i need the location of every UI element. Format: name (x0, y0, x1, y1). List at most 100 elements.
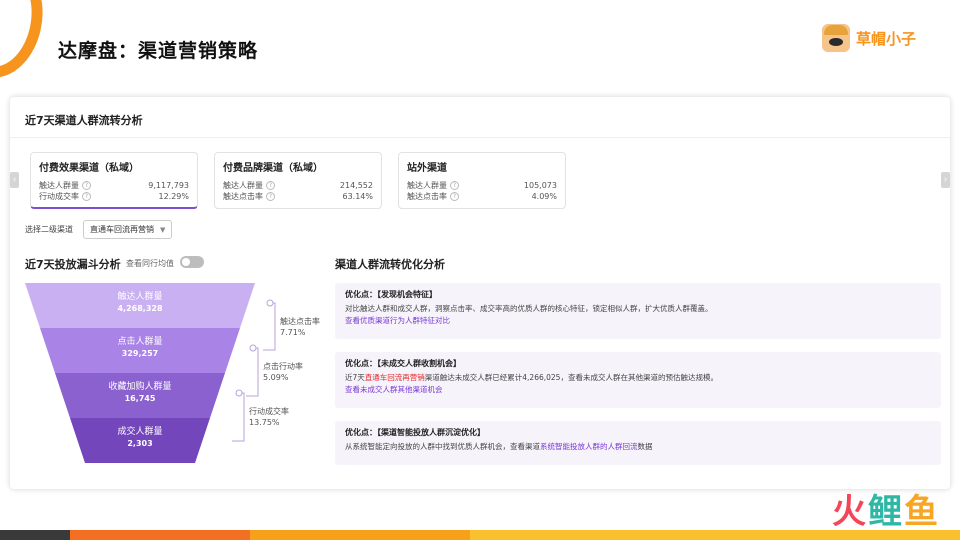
optimization-prefix: 优化点： (345, 428, 377, 437)
metric-value: 214,552 (339, 181, 373, 190)
optimization-link[interactable]: 查看未成交人群其他渠道机会 (345, 384, 931, 396)
metric-label: 行动成交率 (39, 192, 79, 201)
decorative-ring (0, 0, 52, 85)
highlighted-channel: 直通车回流再营销 (364, 373, 425, 382)
metric-value: 4.09% (531, 192, 557, 201)
chevron-down-icon: ▼ (160, 225, 166, 234)
optimization-link[interactable]: 查看优质渠道行为人群特征对比 (345, 315, 931, 327)
help-icon[interactable]: ? (266, 181, 275, 190)
metric-value: 63.14% (342, 192, 373, 201)
help-icon[interactable]: ? (82, 192, 91, 201)
secondary-channel-row: 选择二级渠道 直通车回流再营销 ▼ (25, 220, 173, 239)
next-arrow-icon[interactable]: › (941, 172, 950, 188)
peer-average-toggle[interactable] (180, 256, 204, 268)
optimization-item-harvest: 优化点：【未成交人群收割机会】 近7天直通车回流再营销渠道触达未成交人群已经累计… (335, 352, 941, 408)
prev-arrow-icon[interactable]: ‹ (10, 172, 19, 188)
peer-average-label: 查看同行均值 (126, 259, 174, 268)
channel-card-title: 付费效果渠道（私域） (39, 163, 139, 174)
channel-card-offsite[interactable]: 站外渠道 触达人群量? 105,073 触达点击率? 4.09% (398, 152, 566, 209)
channel-card-title: 付费品牌渠道（私域） (223, 163, 323, 174)
help-icon[interactable]: ? (450, 192, 459, 201)
optimization-item-smart: 优化点：【渠道智能投放人群沉淀优化】 从系统智能定向投放的人群中找到优质人群机会… (335, 421, 941, 465)
footer-bar-segment (250, 530, 470, 540)
brand: 草帽小子 (821, 24, 916, 52)
footer-logo: 火 鲤 鱼 (832, 494, 938, 530)
secondary-channel-value: 直通车回流再营销 (90, 225, 154, 234)
optimization-head: 优化点：【渠道智能投放人群沉淀优化】 (345, 427, 931, 438)
channel-card-paid-effect[interactable]: 付费效果渠道（私域） 触达人群量? 9,117,793 行动成交率? 12.29… (30, 152, 198, 209)
metric-value: 105,073 (523, 181, 557, 190)
funnel-stage-label: 收藏加购人群量 (108, 382, 172, 392)
optimization-head-text: 【渠道智能投放人群沉淀优化】 (377, 428, 485, 437)
metric-label: 触达点击率 (223, 192, 263, 201)
funnel-stage-deal: 成交人群量 2,303 (25, 426, 255, 450)
conversion-click-action: 点击行动率 5.09% (263, 361, 303, 383)
conversion-value: 7.71% (280, 328, 306, 337)
channel-card-paid-brand[interactable]: 付费品牌渠道（私域） 触达人群量? 214,552 触达点击率? 63.14% (214, 152, 382, 209)
optimization-text-part: 近7天 (345, 373, 365, 382)
funnel-title: 近7天投放漏斗分析 (25, 258, 121, 271)
optimization-text-part: 数据 (637, 442, 653, 451)
brand-avatar-icon (821, 24, 850, 52)
funnel-stage-label: 点击人群量 (117, 337, 163, 347)
funnel-stage-cart: 收藏加购人群量 16,745 (25, 381, 255, 405)
metric-row: 触达点击率? 63.14% (223, 191, 373, 202)
optimization-text-part: 渠道触达未成交人群已经累计4,266,025，查看未成交人群在其他渠道的预估触达… (424, 373, 718, 382)
metric-value: 9,117,793 (148, 181, 189, 190)
metric-row: 触达人群量? 214,552 (223, 180, 373, 191)
conversion-action-deal: 行动成交率 13.75% (249, 406, 289, 428)
optimization-text-part: 从系统智能定向投放的人群中找到优质人群机会，查看渠道 (345, 442, 540, 451)
metric-value: 12.29% (158, 192, 189, 201)
logo-char: 鲤 (868, 492, 902, 532)
optimization-head: 优化点：【未成交人群收割机会】 (345, 358, 931, 369)
metric-row: 触达人群量? 9,117,793 (39, 180, 189, 191)
conversion-node (266, 299, 274, 307)
conversion-label: 触达点击率 (280, 317, 320, 326)
secondary-channel-select[interactable]: 直通车回流再营销 ▼ (83, 220, 173, 239)
help-icon[interactable]: ? (450, 181, 459, 190)
help-icon[interactable]: ? (82, 181, 91, 190)
optimization-prefix: 优化点： (345, 290, 377, 299)
metric-label: 触达点击率 (407, 192, 447, 201)
funnel-stage-reach: 触达人群量 4,268,328 (25, 291, 255, 315)
optimization-item-opportunity: 优化点：【发现机会特征】 对比触达人群和成交人群，洞察点击率、成交率高的优质人群… (335, 283, 941, 339)
funnel-stage-label: 成交人群量 (117, 427, 163, 437)
funnel-stage-value: 329,257 (121, 349, 159, 358)
metric-label: 触达人群量 (223, 181, 263, 190)
optimization-title: 渠道人群流转优化分析 (335, 258, 445, 271)
slide-title: 达摩盘：渠道营销策略 (58, 40, 259, 62)
optimization-head: 优化点：【发现机会特征】 (345, 289, 931, 300)
conversion-reach-click: 触达点击率 7.71% (280, 316, 320, 338)
metric-row: 行动成交率? 12.29% (39, 191, 189, 202)
panel-title: 近7天渠道人群流转分析 (25, 114, 143, 127)
logo-char: 火 (832, 492, 866, 532)
panel-divider (10, 137, 950, 138)
funnel-stage-value: 4,268,328 (117, 304, 163, 313)
optimization-text: 对比触达人群和成交人群，洞察点击率、成交率高的优质人群的核心特征，锁定相似人群，… (345, 304, 713, 313)
conversion-label: 点击行动率 (263, 362, 303, 371)
conversion-label: 行动成交率 (249, 407, 289, 416)
metric-label: 触达人群量 (407, 181, 447, 190)
optimization-inline-link[interactable]: 系统智能投放人群的人群回流 (540, 442, 638, 451)
channel-cards: 付费效果渠道（私域） 触达人群量? 9,117,793 行动成交率? 12.29… (30, 152, 566, 209)
footer-color-bar (0, 530, 960, 540)
optimization-head-text: 【发现机会特征】 (377, 290, 437, 299)
funnel-chart: 触达人群量 4,268,328 点击人群量 329,257 收藏加购人群量 16… (25, 283, 325, 477)
optimization-head-text: 【未成交人群收割机会】 (377, 359, 461, 368)
help-icon[interactable]: ? (266, 192, 275, 201)
conversion-bracket-1 (263, 302, 276, 351)
funnel-stage-value: 16,745 (124, 394, 156, 403)
footer-bar-segment (0, 530, 70, 540)
metric-label: 触达人群量 (39, 181, 79, 190)
conversion-value: 5.09% (263, 373, 289, 382)
conversion-value: 13.75% (249, 418, 280, 427)
footer-bar-segment (70, 530, 250, 540)
funnel-stage-click: 点击人群量 329,257 (25, 336, 255, 360)
brand-name: 草帽小子 (855, 29, 916, 48)
metric-row: 触达人群量? 105,073 (407, 180, 557, 191)
funnel-stage-label: 触达人群量 (117, 292, 163, 302)
logo-char: 鱼 (904, 492, 938, 532)
funnel-stage-value: 2,303 (127, 439, 153, 448)
optimization-text: 从系统智能定向投放的人群中找到优质人群机会，查看渠道系统智能投放人群的人群回流数… (345, 441, 931, 453)
analysis-panel: 近7天渠道人群流转分析 ‹ › 付费效果渠道（私域） 触达人群量? 9,117,… (10, 97, 950, 489)
